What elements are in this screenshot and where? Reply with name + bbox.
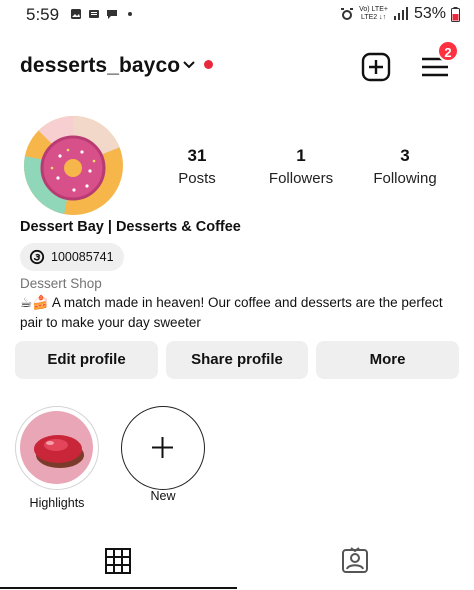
- status-right: Vo) LTE+ LTE2 ↓↑ 53%: [340, 5, 460, 23]
- new-highlight-button[interactable]: [121, 406, 205, 490]
- display-name: Dessert Bay | Desserts & Coffee: [20, 219, 241, 235]
- more-dot-icon: [128, 12, 132, 16]
- share-profile-button[interactable]: Share profile: [166, 341, 308, 379]
- threads-handle: 100085741: [51, 250, 114, 264]
- new-highlight-label: New: [150, 489, 176, 503]
- followers-count: 1: [296, 146, 306, 165]
- threads-icon: [29, 249, 45, 265]
- threads-badge[interactable]: 100085741: [20, 243, 124, 271]
- message-icon: [107, 10, 117, 19]
- more-button[interactable]: More: [316, 341, 459, 379]
- edit-profile-button[interactable]: Edit profile: [15, 341, 158, 379]
- status-notification-icons: [70, 8, 136, 20]
- following-stat[interactable]: 3 Following: [355, 146, 455, 187]
- category-label: Dessert Shop: [20, 276, 102, 291]
- highlight-story[interactable]: [15, 406, 99, 490]
- status-bar: 5:59 Vo) LTE+ LTE2 ↓↑ 53%: [0, 0, 474, 30]
- bio-text: ☕🍰 A match made in heaven! Our coffee an…: [20, 295, 443, 330]
- followers-stat[interactable]: 1 Followers: [251, 146, 351, 187]
- signal-icon: [393, 7, 408, 20]
- posts-count: 31: [187, 146, 207, 165]
- highlight-label: Highlights: [29, 496, 85, 510]
- following-label: Following: [373, 170, 437, 187]
- donut-avatar-image: [24, 116, 123, 215]
- battery-percent: 53%: [413, 5, 446, 22]
- plus-icon: [152, 437, 173, 458]
- active-tab-indicator: [0, 587, 237, 589]
- profile-header: desserts_bayco: [0, 44, 474, 88]
- alarm-icon: [341, 8, 354, 20]
- network-indicator: Vo) LTE+ LTE2 ↓↑: [359, 6, 388, 21]
- chevron-down-icon[interactable]: [182, 60, 196, 70]
- grid-icon[interactable]: [101, 544, 135, 578]
- tagged-icon[interactable]: [338, 544, 372, 578]
- battery-icon: [451, 6, 460, 22]
- news-icon: [89, 10, 99, 18]
- notification-badge: 2: [437, 40, 459, 62]
- create-post-icon[interactable]: [361, 52, 391, 82]
- image-icon: [71, 9, 81, 19]
- posts-label: Posts: [178, 170, 216, 187]
- unread-dot: [204, 60, 213, 69]
- posts-stat[interactable]: 31 Posts: [147, 146, 247, 187]
- following-count: 3: [400, 146, 410, 165]
- followers-label: Followers: [268, 170, 334, 187]
- profile-avatar[interactable]: [24, 116, 123, 215]
- username-switcher[interactable]: desserts_bayco: [20, 54, 180, 78]
- highlight-cover-image: [20, 411, 93, 484]
- status-time: 5:59: [26, 5, 60, 24]
